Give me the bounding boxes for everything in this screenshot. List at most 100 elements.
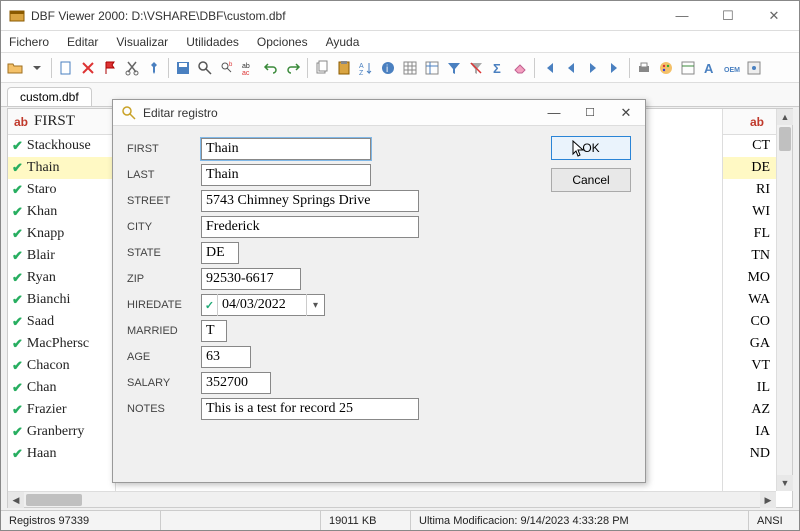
table-row[interactable]: ✔Khan [8, 201, 115, 223]
input-street[interactable] [201, 190, 419, 212]
menu-help[interactable]: Ayuda [326, 35, 360, 49]
table-row[interactable]: ✔Frazier [8, 399, 115, 421]
input-salary[interactable] [201, 372, 271, 394]
last-icon[interactable] [605, 58, 625, 78]
structure-icon[interactable] [422, 58, 442, 78]
scroll-up-icon[interactable]: ▲ [777, 109, 793, 125]
table-row[interactable]: ✔MacPhersc [8, 333, 115, 355]
table-row[interactable]: ✔Thain [8, 157, 115, 179]
delete-icon[interactable] [78, 58, 98, 78]
table-row[interactable]: CO [723, 311, 776, 333]
table-row[interactable]: ✔Chacon [8, 355, 115, 377]
flag-icon[interactable] [100, 58, 120, 78]
date-checkbox-icon[interactable]: ✓ [202, 294, 218, 316]
table-row[interactable]: GA [723, 333, 776, 355]
column-header-state[interactable]: ab [723, 109, 776, 135]
table-row[interactable]: ✔Haan [8, 443, 115, 465]
clear-icon[interactable] [510, 58, 530, 78]
table-row[interactable]: ✔Staro [8, 179, 115, 201]
close-button[interactable]: ✕ [751, 2, 797, 30]
input-hiredate[interactable]: ✓ 04/03/2022 ▾ [201, 294, 325, 316]
dialog-maximize-button[interactable]: ☐ [575, 102, 605, 124]
ok-button[interactable]: OK [551, 136, 631, 160]
table-row[interactable]: ✔Granberry [8, 421, 115, 443]
input-zip[interactable] [201, 268, 301, 290]
pin-icon[interactable] [144, 58, 164, 78]
new-icon[interactable] [56, 58, 76, 78]
tab-custom[interactable]: custom.dbf [7, 87, 92, 106]
first-icon[interactable] [539, 58, 559, 78]
sort-icon[interactable]: AZ [356, 58, 376, 78]
dialog-minimize-button[interactable]: — [539, 102, 569, 124]
input-city[interactable] [201, 216, 419, 238]
input-age[interactable] [201, 346, 251, 368]
input-married[interactable] [201, 320, 227, 342]
table-row[interactable]: DE [723, 157, 776, 179]
table-row[interactable]: ✔Bianchi [8, 289, 115, 311]
font-icon[interactable]: A [700, 58, 720, 78]
paste-icon[interactable] [334, 58, 354, 78]
sum-icon[interactable]: Σ [488, 58, 508, 78]
palette-icon[interactable] [656, 58, 676, 78]
undo-icon[interactable] [261, 58, 281, 78]
dropdown-icon[interactable] [27, 58, 47, 78]
table-row[interactable]: RI [723, 179, 776, 201]
input-notes[interactable] [201, 398, 419, 420]
info-icon[interactable]: i [378, 58, 398, 78]
cut-icon[interactable] [122, 58, 142, 78]
table-row[interactable]: VT [723, 355, 776, 377]
scroll-right-icon[interactable]: ▶ [760, 492, 776, 508]
table-row[interactable]: FL [723, 223, 776, 245]
table-row[interactable]: AZ [723, 399, 776, 421]
table-row[interactable]: MO [723, 267, 776, 289]
menu-options[interactable]: Opciones [257, 35, 308, 49]
prev-icon[interactable] [561, 58, 581, 78]
scroll-left-icon[interactable]: ◀ [8, 492, 24, 508]
input-first[interactable] [201, 138, 371, 160]
minimize-button[interactable]: — [659, 2, 705, 30]
column-header-first[interactable]: ab FIRST [8, 109, 115, 135]
scroll-thumb[interactable] [26, 494, 82, 506]
input-state[interactable] [201, 242, 239, 264]
table-row[interactable]: ✔Knapp [8, 223, 115, 245]
menu-file[interactable]: Fichero [9, 35, 49, 49]
table-row[interactable]: IL [723, 377, 776, 399]
table-row[interactable]: TN [723, 245, 776, 267]
scroll-thumb[interactable] [779, 127, 791, 151]
next-icon[interactable] [583, 58, 603, 78]
save-icon[interactable] [173, 58, 193, 78]
table-row[interactable]: WI [723, 201, 776, 223]
table-row[interactable]: ✔Stackhouse [8, 135, 115, 157]
copy-icon[interactable] [312, 58, 332, 78]
menu-edit[interactable]: Editar [67, 35, 98, 49]
options-icon[interactable] [744, 58, 764, 78]
scroll-down-icon[interactable]: ▼ [777, 475, 793, 491]
table-row[interactable]: ✔Blair [8, 245, 115, 267]
open-icon[interactable] [5, 58, 25, 78]
print-icon[interactable] [634, 58, 654, 78]
table-row[interactable]: ND [723, 443, 776, 465]
oem-icon[interactable]: OEM [722, 58, 742, 78]
export-icon[interactable] [678, 58, 698, 78]
table-row[interactable]: WA [723, 289, 776, 311]
cancel-button[interactable]: Cancel [551, 168, 631, 192]
table-row[interactable]: ✔Saad [8, 311, 115, 333]
table-row[interactable]: ✔Ryan [8, 267, 115, 289]
find-replace-icon[interactable]: b [217, 58, 237, 78]
menu-tools[interactable]: Utilidades [186, 35, 239, 49]
dialog-close-button[interactable]: ✕ [611, 102, 641, 124]
maximize-button[interactable]: ☐ [705, 2, 751, 30]
menu-view[interactable]: Visualizar [116, 35, 168, 49]
table-row[interactable]: ✔Chan [8, 377, 115, 399]
replace-icon[interactable]: abac [239, 58, 259, 78]
filter-off-icon[interactable] [466, 58, 486, 78]
horizontal-scrollbar[interactable]: ◀ ▶ [8, 491, 776, 507]
search-icon[interactable] [195, 58, 215, 78]
input-last[interactable] [201, 164, 371, 186]
grid-icon[interactable] [400, 58, 420, 78]
chevron-down-icon[interactable]: ▾ [306, 294, 324, 316]
table-row[interactable]: CT [723, 135, 776, 157]
redo-icon[interactable] [283, 58, 303, 78]
filter-icon[interactable] [444, 58, 464, 78]
table-row[interactable]: IA [723, 421, 776, 443]
